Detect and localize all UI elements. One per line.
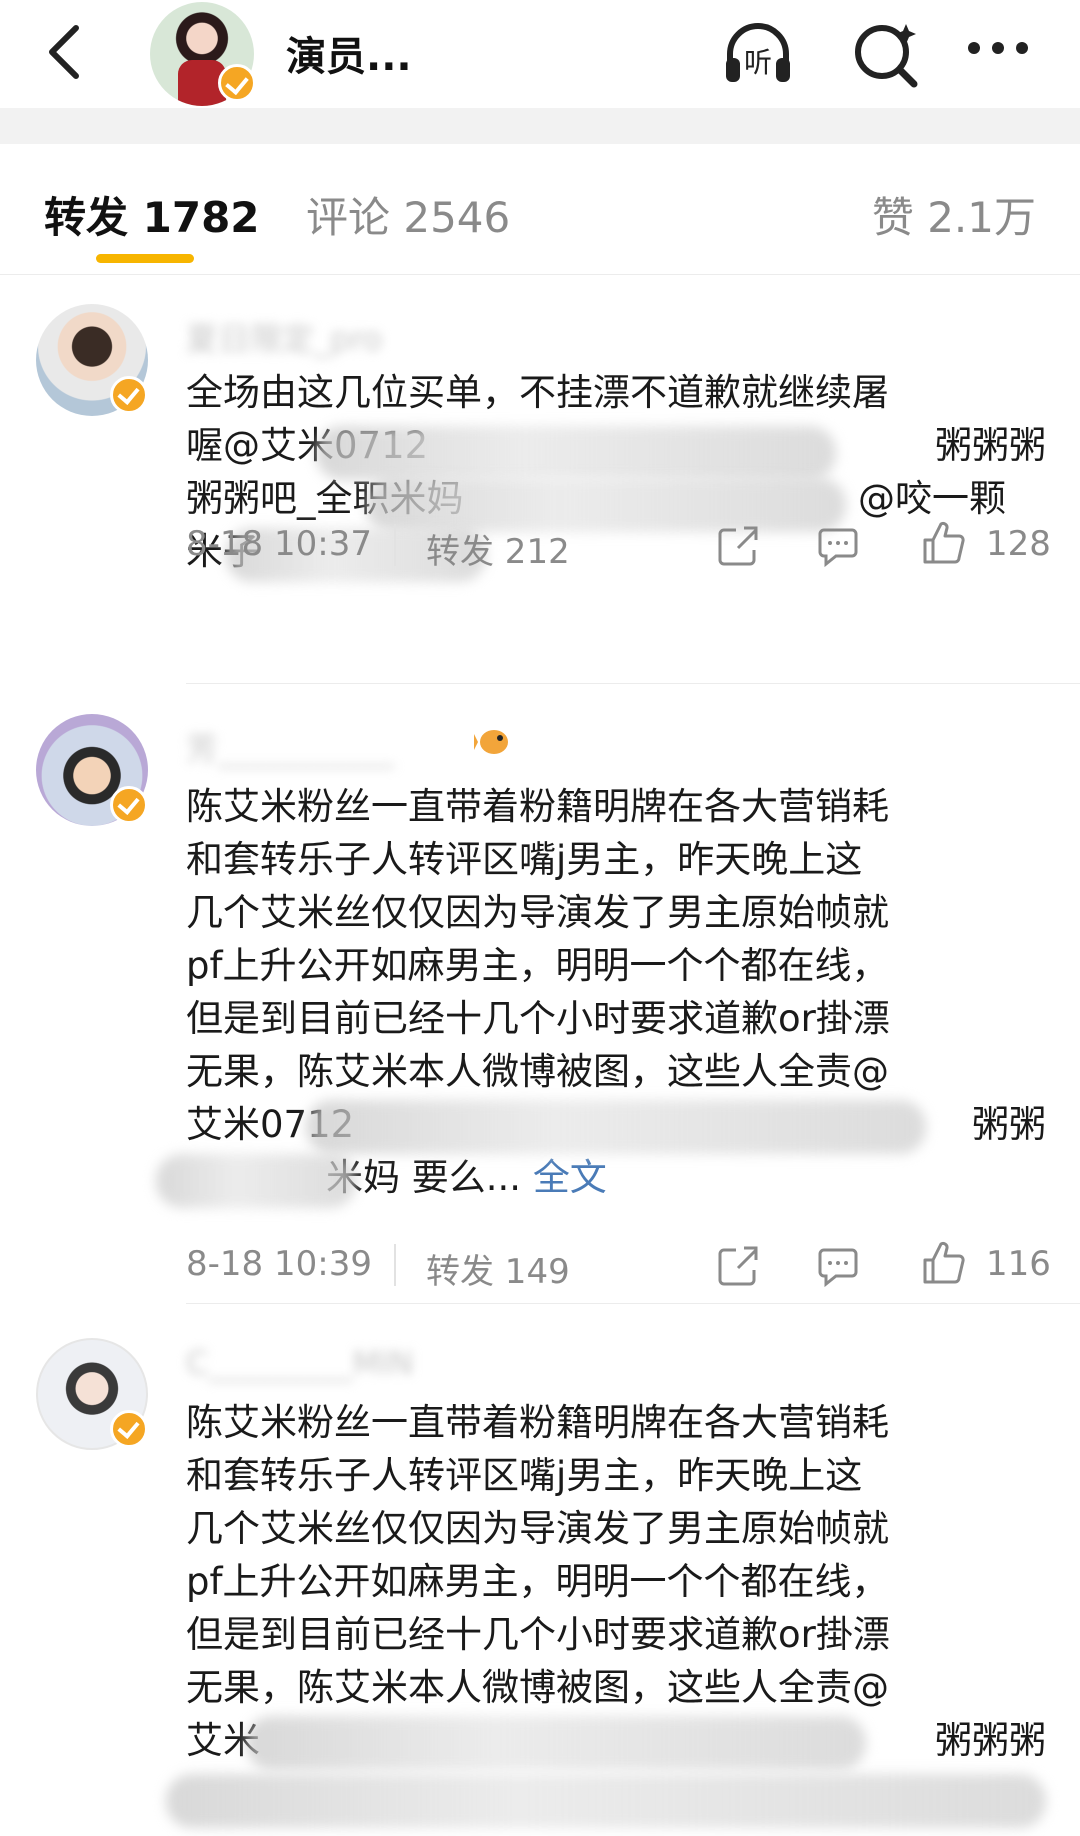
timestamp: 8-18 10:37 <box>186 524 372 564</box>
headphones-icon: 听 <box>726 23 790 82</box>
page-title: 演员... <box>286 34 412 80</box>
timestamp: 8-18 10:39 <box>186 1244 372 1284</box>
share-icon[interactable] <box>716 1244 760 1288</box>
username[interactable]: C_________MIN <box>186 1344 413 1382</box>
active-tab-indicator <box>96 254 194 263</box>
repost-item: C_________MIN 陈艾米粉丝一直带着粉籍明牌在各大营销耗 和套转乐子人… <box>0 1304 1080 1835</box>
more-dots-icon <box>968 42 1028 54</box>
more-button[interactable] <box>962 18 1034 90</box>
top-bar: 演员... 听 <box>0 0 1080 108</box>
separator <box>394 524 396 566</box>
verified-badge-icon <box>110 786 148 824</box>
username[interactable]: 芳___________ <box>186 724 394 770</box>
share-icon[interactable] <box>716 524 760 568</box>
chevron-left-icon[interactable] <box>38 22 98 82</box>
tab-repost[interactable]: 转发 1782 <box>44 184 260 245</box>
repost-count[interactable]: 转发 149 <box>426 1244 570 1293</box>
repost-item: 芳___________ 陈艾米粉丝一直带着粉籍明牌在各大营销耗 和套转乐子人转… <box>0 684 1080 1304</box>
thumbs-up-icon[interactable] <box>921 520 965 564</box>
username[interactable]: 夏日限定_pro <box>186 314 382 360</box>
divider-band <box>0 108 1080 144</box>
comment-icon[interactable] <box>816 1244 860 1288</box>
thumbs-up-icon[interactable] <box>921 1240 965 1284</box>
verified-badge-icon <box>110 1410 148 1448</box>
tab-comments[interactable]: 评论 2546 <box>306 184 510 245</box>
verified-badge-icon <box>218 64 256 102</box>
separator <box>394 1244 396 1286</box>
like-count: 116 <box>986 1244 1051 1284</box>
comment-icon[interactable] <box>816 524 860 568</box>
tab-bar: 转发 1782 评论 2546 赞 2.1万 <box>0 144 1080 275</box>
redaction-overlay <box>156 780 1036 1210</box>
redaction-overlay <box>166 1396 1046 1836</box>
listen-button[interactable]: 听 <box>722 18 794 90</box>
search-button[interactable] <box>850 18 922 90</box>
repost-item: 夏日限定_pro 全场由这几位买单，不挂漂不道歉就继续屠 喔@艾米0712 粥粥… <box>0 274 1080 684</box>
search-icon <box>855 24 918 88</box>
tab-likes[interactable]: 赞 2.1万 <box>872 184 1036 245</box>
like-count: 128 <box>986 524 1051 564</box>
verified-badge-icon <box>110 376 148 414</box>
pufferfish-icon <box>474 730 508 754</box>
repost-count[interactable]: 转发 212 <box>426 524 570 573</box>
post-meta: 8-18 10:39 转发 149 116 <box>186 1234 1051 1294</box>
post-meta: 8-18 10:37 转发 212 128 <box>186 514 1051 574</box>
listen-label: 听 <box>744 46 772 79</box>
